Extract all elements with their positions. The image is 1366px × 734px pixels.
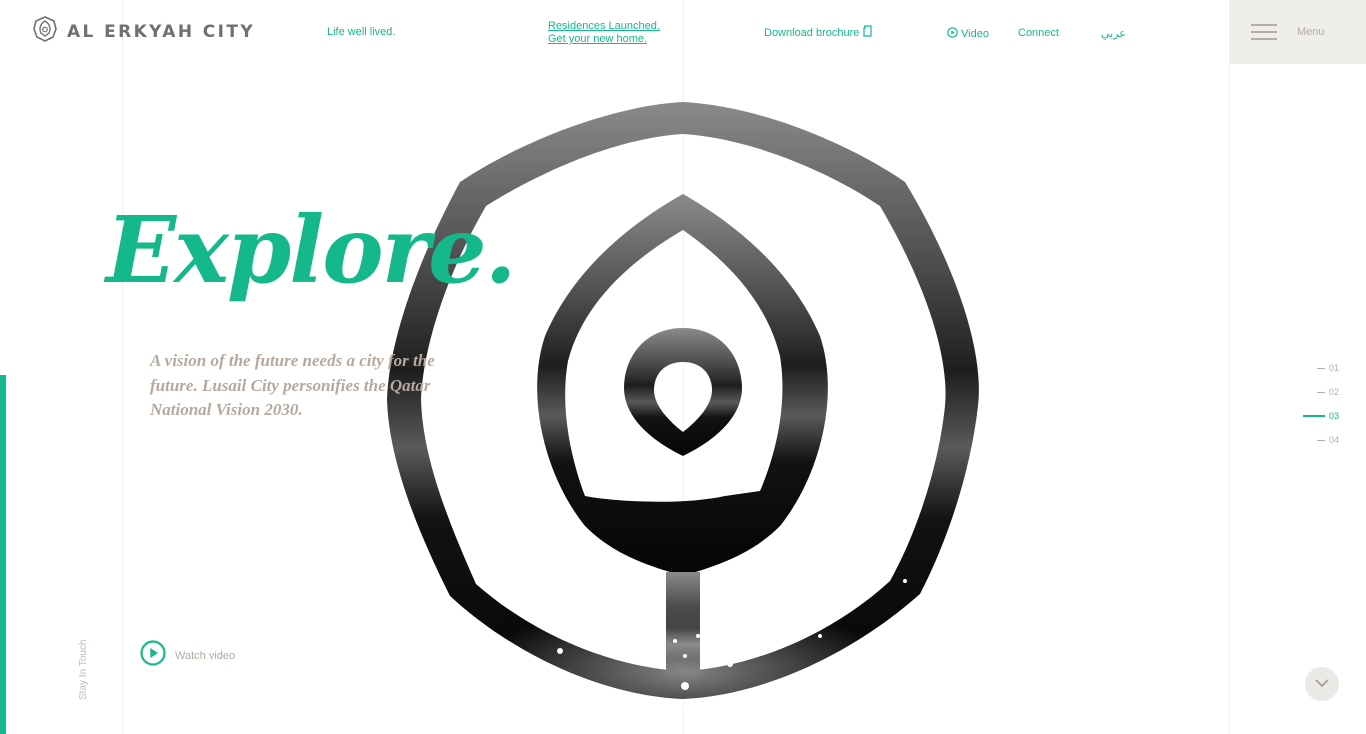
pager-label: 03 [1328, 411, 1339, 421]
slide-pager: 01 02 03 04 [1279, 356, 1339, 452]
play-circle-icon [140, 640, 166, 671]
grid-line [1229, 0, 1230, 734]
residences-line-1: Residences Launched. [548, 20, 660, 32]
hero-emblem-image [380, 102, 990, 706]
menu-label: Menu [1297, 26, 1325, 38]
residences-line-2: Get your new home. [548, 33, 648, 45]
nav-video-link[interactable]: Video [947, 27, 989, 41]
brand-logo[interactable]: AL ERKYAH CITY [33, 16, 255, 47]
hero-headline: Explore. [106, 196, 517, 304]
nav-connect-link[interactable]: Connect [1018, 27, 1059, 39]
left-accent-bar [0, 375, 6, 734]
nav-tagline-link[interactable]: Life well lived. [327, 26, 395, 38]
download-brochure-label: Download brochure [764, 26, 860, 39]
menu-button[interactable]: Menu [1229, 0, 1366, 64]
pager-label: 04 [1328, 435, 1339, 445]
stay-in-touch-link[interactable]: Stay In Touch [78, 640, 89, 700]
pager-label: 02 [1328, 387, 1339, 397]
language-switch-link[interactable]: عربي [1101, 27, 1126, 40]
watch-video-button[interactable]: Watch video [140, 640, 235, 671]
scroll-down-button[interactable] [1305, 667, 1339, 701]
nav-video-label: Video [961, 28, 989, 40]
pager-item[interactable]: 02 [1279, 380, 1339, 404]
grid-line [122, 0, 123, 734]
download-brochure-link[interactable]: Download brochure [764, 25, 872, 40]
hamburger-icon [1251, 24, 1277, 45]
pager-item-active[interactable]: 03 [1279, 404, 1339, 428]
hero-subtext: A vision of the future needs a city for … [150, 351, 435, 419]
nav-residences-link[interactable]: Residences Launched. Get your new home. [548, 20, 660, 46]
brand-name: AL ERKYAH CITY [67, 21, 256, 42]
pager-label: 01 [1328, 363, 1339, 373]
play-circle-icon [947, 27, 958, 41]
pager-item[interactable]: 01 [1279, 356, 1339, 380]
chevron-down-icon [1314, 675, 1330, 693]
pager-item[interactable]: 04 [1279, 428, 1339, 452]
watch-video-label: Watch video [175, 649, 236, 662]
leaf-emblem-icon [33, 16, 57, 47]
document-icon [863, 25, 872, 40]
